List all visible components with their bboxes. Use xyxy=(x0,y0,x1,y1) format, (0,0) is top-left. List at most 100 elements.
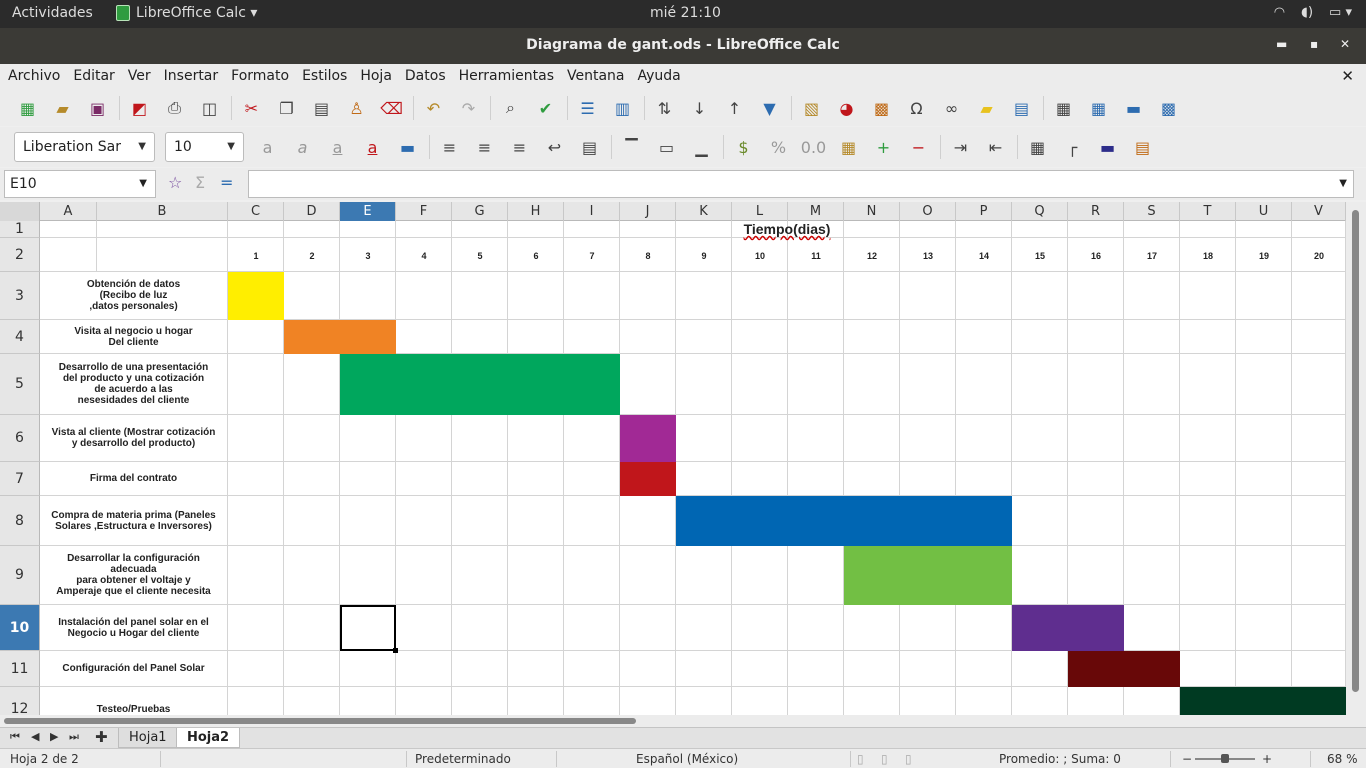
active-cell-cursor[interactable] xyxy=(340,605,398,653)
system-tray[interactable]: ◠ ◖) ▭ ▾ xyxy=(1274,5,1352,20)
grid-cell[interactable] xyxy=(732,605,788,651)
grid-cell[interactable] xyxy=(844,320,900,354)
scroll-thumb[interactable] xyxy=(4,718,636,724)
grid-cell[interactable] xyxy=(97,221,228,238)
redo-icon[interactable]: ↷ xyxy=(455,96,482,120)
grid-cell[interactable] xyxy=(1236,320,1292,354)
autofilter-icon[interactable]: ▼ xyxy=(756,96,783,120)
grid-cell[interactable] xyxy=(956,651,1012,687)
insert-image-icon[interactable]: ▧ xyxy=(798,96,825,120)
undo-icon[interactable]: ↶ xyxy=(420,96,447,120)
clone-formatting-icon[interactable]: ♙ xyxy=(343,96,370,120)
zoom-level[interactable]: 68 % xyxy=(1327,752,1358,766)
column-header[interactable]: F xyxy=(396,202,452,221)
grid-cell[interactable] xyxy=(228,651,284,687)
grid-cell[interactable] xyxy=(620,546,676,605)
formula-icon[interactable]: = xyxy=(220,173,233,192)
grid-cell[interactable] xyxy=(900,605,956,651)
grid-cell[interactable] xyxy=(620,651,676,687)
vertical-scrollbar[interactable] xyxy=(1346,202,1366,728)
define-print-area-icon[interactable]: ▦ xyxy=(1050,96,1077,120)
grid-cell[interactable] xyxy=(1180,496,1236,546)
column-header[interactable]: B xyxy=(97,202,228,221)
wrap-text-icon[interactable]: ↩ xyxy=(541,135,568,159)
grid-cell[interactable] xyxy=(620,605,676,651)
column-header[interactable]: M xyxy=(788,202,844,221)
grid-cell[interactable] xyxy=(340,272,396,320)
gantt-bar[interactable] xyxy=(228,272,284,320)
grid-cell[interactable] xyxy=(1292,496,1346,546)
spreadsheet-grid[interactable]: A B C D E F G H I J K L M N O P Q R S T U V 1 2 3 4 5 6 7 8 9 10 11 12 Tie… xyxy=(0,202,1366,728)
column-header[interactable]: O xyxy=(900,202,956,221)
page-style[interactable]: Predeterminado xyxy=(415,752,511,766)
grid-cell[interactable] xyxy=(1292,462,1346,496)
menu-hoja[interactable]: Hoja xyxy=(360,64,400,90)
grid-cell[interactable] xyxy=(676,415,732,462)
menu-archivo[interactable]: Archivo xyxy=(8,64,68,90)
grid-cell[interactable] xyxy=(788,320,844,354)
menu-ayuda[interactable]: Ayuda xyxy=(638,64,689,90)
percent-format-icon[interactable]: % xyxy=(765,135,792,159)
grid-cell[interactable] xyxy=(1012,272,1068,320)
language[interactable]: Español (México) xyxy=(636,752,738,766)
show-draw-functions-icon[interactable]: ▩ xyxy=(1155,96,1182,120)
zoom-slider-knob[interactable] xyxy=(1221,754,1229,763)
grid-cell[interactable] xyxy=(452,320,508,354)
grid-cell[interactable] xyxy=(1012,320,1068,354)
grid-cell[interactable] xyxy=(396,546,452,605)
grid-cell[interactable] xyxy=(1068,415,1124,462)
grid-cell[interactable] xyxy=(732,354,788,415)
column-icon[interactable]: ▥ xyxy=(609,96,636,120)
menu-editar[interactable]: Editar xyxy=(73,64,122,90)
grid-cell[interactable] xyxy=(732,415,788,462)
grid-cell[interactable] xyxy=(956,462,1012,496)
volume-icon[interactable]: ◖) xyxy=(1301,5,1313,20)
previous-sheet-icon[interactable]: ◀ xyxy=(31,730,39,743)
grid-cell[interactable] xyxy=(1068,546,1124,605)
gantt-bar[interactable] xyxy=(620,415,676,462)
close-document-icon[interactable]: ✕ xyxy=(1341,67,1354,85)
column-header[interactable]: Q xyxy=(1012,202,1068,221)
grid-cell[interactable] xyxy=(40,238,97,272)
align-middle-icon[interactable]: ▭ xyxy=(653,135,680,159)
grid-cell[interactable] xyxy=(844,354,900,415)
border-style-icon[interactable]: ┌ xyxy=(1059,135,1086,159)
grid-cell[interactable] xyxy=(676,546,732,605)
grid-cell[interactable] xyxy=(564,320,620,354)
delete-decimal-icon[interactable]: − xyxy=(905,135,932,159)
grid-cell[interactable] xyxy=(956,605,1012,651)
save-icon[interactable]: ▣ xyxy=(84,96,111,120)
grid-cell[interactable] xyxy=(452,462,508,496)
grid-cell[interactable] xyxy=(284,272,340,320)
grid-cell[interactable] xyxy=(508,546,564,605)
grid-cell[interactable] xyxy=(900,651,956,687)
grid-cell[interactable] xyxy=(1236,272,1292,320)
grid-cell[interactable] xyxy=(284,546,340,605)
grid-cell[interactable] xyxy=(284,496,340,546)
grid-cell[interactable] xyxy=(788,354,844,415)
column-header[interactable]: S xyxy=(1124,202,1180,221)
grid-cell[interactable] xyxy=(900,462,956,496)
menu-datos[interactable]: Datos xyxy=(405,64,454,90)
grid-cell[interactable] xyxy=(452,605,508,651)
next-sheet-icon[interactable]: ▶ xyxy=(50,730,58,743)
power-menu-icon[interactable]: ▭ ▾ xyxy=(1329,5,1352,20)
grid-cell[interactable] xyxy=(452,272,508,320)
grid-cell[interactable] xyxy=(452,546,508,605)
grid-cell[interactable] xyxy=(508,462,564,496)
zoom-out-icon[interactable]: − xyxy=(1182,752,1192,766)
grid-cell[interactable] xyxy=(956,354,1012,415)
bold-icon[interactable]: a xyxy=(254,135,281,159)
column-header[interactable]: L xyxy=(732,202,788,221)
grid-cell[interactable] xyxy=(228,605,284,651)
find-replace-icon[interactable]: ⌕ xyxy=(497,96,524,120)
grid-cell[interactable] xyxy=(844,651,900,687)
grid-cell[interactable] xyxy=(284,651,340,687)
wifi-icon[interactable]: ◠ xyxy=(1274,5,1285,20)
task-label[interactable]: Firma del contrato xyxy=(40,462,228,496)
grid-cell[interactable] xyxy=(676,272,732,320)
column-header[interactable]: H xyxy=(508,202,564,221)
grid-cell[interactable] xyxy=(396,415,452,462)
column-header[interactable]: K xyxy=(676,202,732,221)
grid-cell[interactable] xyxy=(844,415,900,462)
